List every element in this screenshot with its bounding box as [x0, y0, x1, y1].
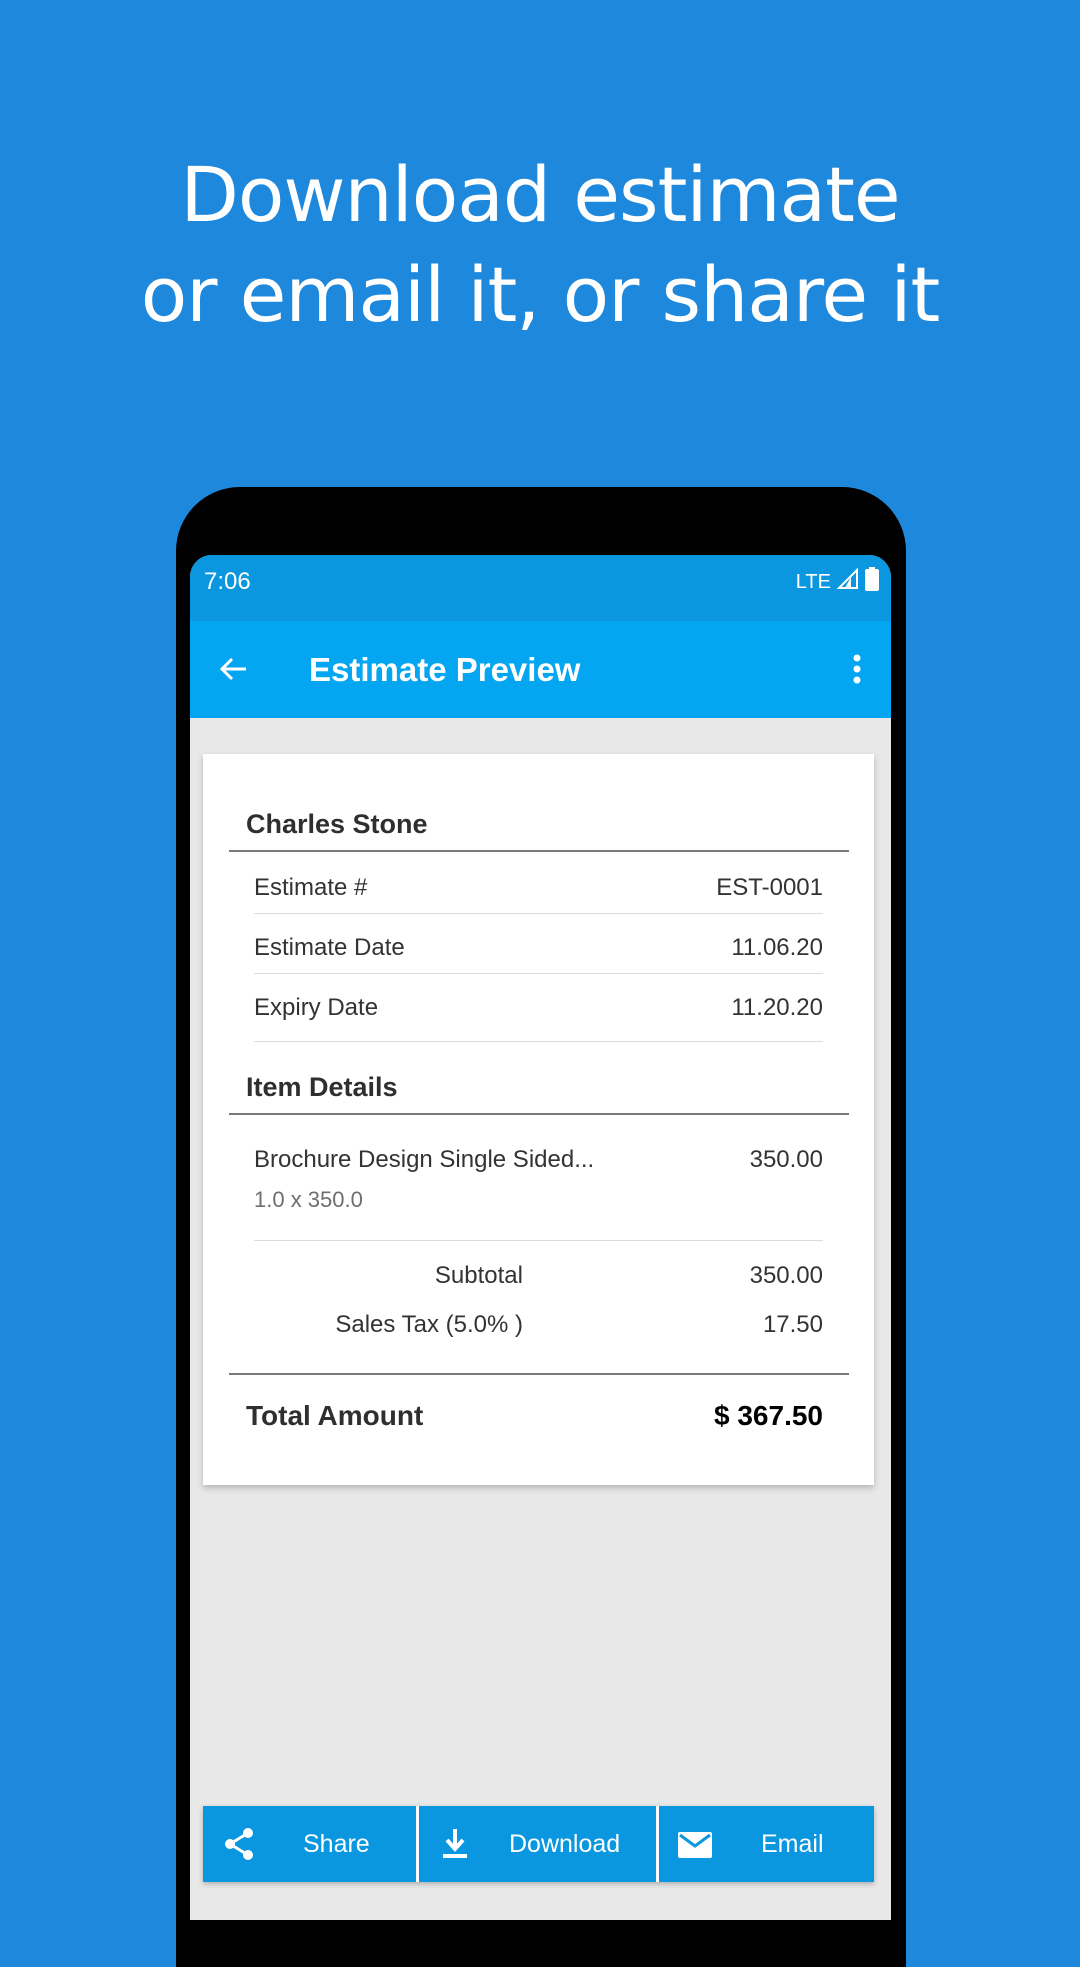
sales-tax-label: Sales Tax (5.0% )	[335, 1311, 523, 1338]
status-time: 7:06	[204, 568, 251, 595]
status-indicators: LTE	[796, 567, 879, 597]
estimate-number-label: Estimate #	[254, 874, 368, 901]
battery-icon	[865, 567, 879, 597]
email-button[interactable]: Email	[659, 1806, 874, 1882]
headline-line-2: or email it, or share it	[140, 250, 941, 339]
download-label: Download	[509, 1830, 621, 1858]
item-details-title: Item Details	[246, 1072, 398, 1102]
page-title: Estimate Preview	[309, 651, 581, 688]
divider	[229, 1113, 849, 1115]
download-icon	[437, 1826, 473, 1862]
divider	[229, 1373, 849, 1375]
phone-screen: 7:06 LTE Estimate Preview Charles Stone …	[190, 555, 891, 1920]
subtotal-label: Subtotal	[434, 1262, 523, 1289]
more-vert-icon[interactable]	[837, 645, 877, 693]
headline-line-1: Download estimate	[180, 150, 900, 239]
marketing-headline: Download estimate or email it, or share …	[0, 145, 1080, 345]
divider	[254, 1041, 823, 1042]
email-label: Email	[761, 1830, 824, 1858]
divider	[254, 973, 823, 974]
item-qty-rate: 1.0 x 350.0	[254, 1187, 363, 1212]
divider	[254, 1240, 823, 1241]
share-icon	[221, 1826, 257, 1862]
status-bar: 7:06 LTE	[190, 555, 891, 621]
network-type: LTE	[795, 570, 831, 593]
expiry-date-value: 11.20.20	[731, 994, 823, 1021]
email-icon	[677, 1826, 713, 1862]
download-button[interactable]: Download	[419, 1806, 656, 1882]
divider	[229, 850, 849, 852]
subtotal-value: 350.00	[749, 1262, 823, 1289]
item-name: Brochure Design Single Sided...	[254, 1146, 595, 1173]
sales-tax-value: 17.50	[762, 1311, 823, 1338]
total-amount-label: Total Amount	[246, 1400, 424, 1431]
estimate-date-label: Estimate Date	[254, 934, 405, 961]
share-button[interactable]: Share	[203, 1806, 416, 1882]
action-bar: Share Download Email	[203, 1806, 874, 1882]
expiry-date-label: Expiry Date	[254, 994, 379, 1021]
customer-name: Charles Stone	[246, 809, 428, 839]
share-label: Share	[303, 1830, 370, 1858]
item-amount: 350.00	[749, 1146, 823, 1173]
estimate-date-value: 11.06.20	[731, 934, 823, 961]
signal-icon	[836, 567, 859, 596]
back-arrow-icon[interactable]	[210, 645, 258, 693]
estimate-number-value: EST-0001	[716, 874, 823, 901]
total-amount-value: $ 367.50	[714, 1400, 823, 1431]
estimate-card: Charles Stone Estimate # EST-0001 Estima…	[203, 754, 874, 1485]
app-bar: Estimate Preview	[190, 621, 891, 718]
divider	[254, 913, 823, 914]
